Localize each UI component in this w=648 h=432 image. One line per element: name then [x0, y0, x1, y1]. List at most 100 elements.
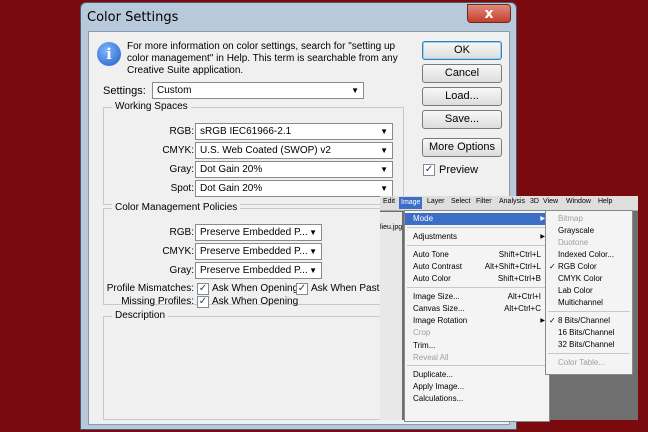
preview-checkbox[interactable]: ✓ [423, 164, 435, 176]
ask-pasting-checkbox[interactable]: ✓ [296, 283, 308, 295]
menubar-item-edit[interactable]: Edit [383, 198, 395, 205]
menubar-item-filter[interactable]: Filter [476, 198, 492, 205]
ws-cmyk-dropdown[interactable]: U.S. Web Coated (SWOP) v2 ▼ [195, 142, 393, 159]
menu-item-label: Bitmap [558, 214, 583, 223]
menu-separator [548, 311, 630, 312]
menu-item-reveal-all: Reveal All [405, 352, 549, 364]
menubar-item-window[interactable]: Window [566, 198, 591, 205]
save-button[interactable]: Save... [422, 110, 502, 129]
menu-item-label: 16 Bits/Channel [558, 328, 615, 337]
ws-rgb-value: sRGB IEC61966-2.1 [200, 126, 292, 137]
dialog-titlebar[interactable]: Color Settings x [81, 3, 516, 31]
menu-item-auto-color[interactable]: Auto Color Shift+Ctrl+B [405, 273, 549, 285]
missing-ask-opening-checkbox[interactable]: ✓ [197, 296, 209, 308]
menu-item-label: Color Table... [558, 358, 605, 367]
menubar-item-view[interactable]: View [543, 198, 558, 205]
menubar-item-3d[interactable]: 3D [530, 198, 539, 205]
menu-item-label: Reveal All [413, 353, 449, 362]
mode-item-color-table: Color Table... [546, 357, 632, 369]
mode-item-multichannel[interactable]: Multichannel [546, 297, 632, 309]
menu-item-label: Indexed Color... [558, 250, 615, 259]
menubar: Edit Image Layer Select Filter Analysis 3D View… [380, 196, 638, 211]
menubar-item-layer[interactable]: Layer [427, 198, 445, 205]
mode-item-grayscale[interactable]: Grayscale [546, 225, 632, 237]
image-menu: Mode ▶ Adjustments ▶ Auto Tone Shift+Ctrl+L Au… [404, 210, 550, 422]
mode-item-rgb-color[interactable]: ✓ RGB Color [546, 261, 632, 273]
chevron-down-icon: ▼ [309, 247, 317, 256]
ws-gray-dropdown[interactable]: Dot Gain 20% ▼ [195, 161, 393, 178]
mismatch-label: Profile Mismatches: [106, 283, 194, 294]
menu-item-trim[interactable]: Trim... [405, 340, 549, 352]
menu-item-label: Multichannel [558, 298, 603, 307]
mode-item-32-bits-channel[interactable]: 32 Bits/Channel [546, 339, 632, 351]
ws-rgb-dropdown[interactable]: sRGB IEC61966-2.1 ▼ [195, 123, 393, 140]
menubar-item-help[interactable]: Help [598, 198, 612, 205]
menu-item-label: RGB Color [558, 262, 597, 271]
missing-label: Missing Profiles: [121, 296, 194, 307]
menu-item-label: Trim... [413, 341, 436, 350]
settings-dropdown[interactable]: Custom ▼ [152, 82, 364, 99]
ws-rgb-label: RGB: [169, 126, 194, 137]
mode-submenu: Bitmap Grayscale Duotone Indexed Color... ✓ R… [545, 210, 633, 375]
dialog-title: Color Settings [87, 10, 179, 25]
ws-gray-label: Gray: [169, 164, 194, 175]
preview-label: Preview [439, 164, 479, 176]
mode-item-indexed-color[interactable]: Indexed Color... [546, 249, 632, 261]
menubar-item-image[interactable]: Image [399, 197, 423, 209]
ok-button[interactable]: OK [422, 41, 502, 60]
chevron-down-icon: ▼ [380, 127, 388, 136]
ws-cmyk-value: U.S. Web Coated (SWOP) v2 [200, 145, 331, 156]
menubar-item-select[interactable]: Select [451, 198, 470, 205]
close-button[interactable]: x [467, 4, 511, 23]
menu-item-label: CMYK Color [558, 274, 603, 283]
menubar-item-analysis[interactable]: Analysis [499, 198, 525, 205]
menu-item-image-size[interactable]: Image Size... Alt+Ctrl+I [405, 291, 549, 303]
document-tab[interactable]: lieu.jpg [380, 224, 402, 231]
menu-item-auto-tone[interactable]: Auto Tone Shift+Ctrl+L [405, 249, 549, 261]
menu-item-label: Auto Contrast [413, 262, 462, 271]
ws-spot-value: Dot Gain 20% [200, 183, 263, 194]
mode-item-8-bits-channel[interactable]: ✓ 8 Bits/Channel [546, 315, 632, 327]
mode-item-16-bits-channel[interactable]: 16 Bits/Channel [546, 327, 632, 339]
close-icon: x [484, 5, 494, 22]
menu-item-label: Auto Tone [413, 250, 449, 259]
menu-item-auto-contrast[interactable]: Auto Contrast Alt+Shift+Ctrl+L [405, 261, 549, 273]
ask-opening-checkbox[interactable]: ✓ [197, 283, 209, 295]
menu-item-canvas-size[interactable]: Canvas Size... Alt+Ctrl+C [405, 303, 549, 315]
ws-spot-dropdown[interactable]: Dot Gain 20% ▼ [195, 180, 393, 197]
ask-opening-label: Ask When Opening [212, 283, 299, 294]
ws-cmyk-label: CMYK: [162, 145, 194, 156]
load-button[interactable]: Load... [422, 87, 502, 106]
pol-gray-dropdown[interactable]: Preserve Embedded P... ▼ [195, 262, 322, 279]
working-spaces-title: Working Spaces [112, 101, 191, 112]
menu-item-label: Image Rotation [413, 316, 468, 325]
menu-item-apply-image[interactable]: Apply Image... [405, 381, 549, 393]
pol-rgb-label: RGB: [169, 227, 194, 238]
menu-item-label: 32 Bits/Channel [558, 340, 615, 349]
chevron-down-icon: ▼ [380, 184, 388, 193]
menu-item-duplicate[interactable]: Duplicate... [405, 369, 549, 381]
menu-item-image-rotation[interactable]: Image Rotation ▶ [405, 315, 549, 327]
checkmark-icon: ✓ [549, 262, 556, 271]
pol-gray-value: Preserve Embedded P... [200, 265, 308, 276]
menu-item-label: 8 Bits/Channel [558, 316, 611, 325]
menu-shortcut: Alt+Shift+Ctrl+L [484, 262, 541, 271]
cancel-button[interactable]: Cancel [422, 64, 502, 83]
settings-value: Custom [157, 85, 192, 96]
menu-shortcut: Alt+Ctrl+C [504, 304, 541, 313]
chevron-down-icon: ▼ [309, 228, 317, 237]
menu-item-label: Mode [413, 214, 434, 223]
menu-item-label: Grayscale [558, 226, 595, 235]
menu-shortcut: Shift+Ctrl+B [497, 274, 541, 283]
more-options-button[interactable]: More Options [422, 138, 502, 157]
pol-rgb-dropdown[interactable]: Preserve Embedded P... ▼ [195, 224, 322, 241]
chevron-down-icon: ▼ [380, 165, 388, 174]
menu-item-mode[interactable]: Mode ▶ [405, 213, 549, 225]
menu-item-calculations[interactable]: Calculations... [405, 393, 549, 405]
pol-cmyk-dropdown[interactable]: Preserve Embedded P... ▼ [195, 243, 322, 260]
menu-separator [407, 245, 547, 246]
mode-item-lab-color[interactable]: Lab Color [546, 285, 632, 297]
mode-item-cmyk-color[interactable]: CMYK Color [546, 273, 632, 285]
menu-item-adjustments[interactable]: Adjustments ▶ [405, 231, 549, 243]
photoshop-window: Edit Image Layer Select Filter Analysis 3D View… [380, 196, 638, 422]
